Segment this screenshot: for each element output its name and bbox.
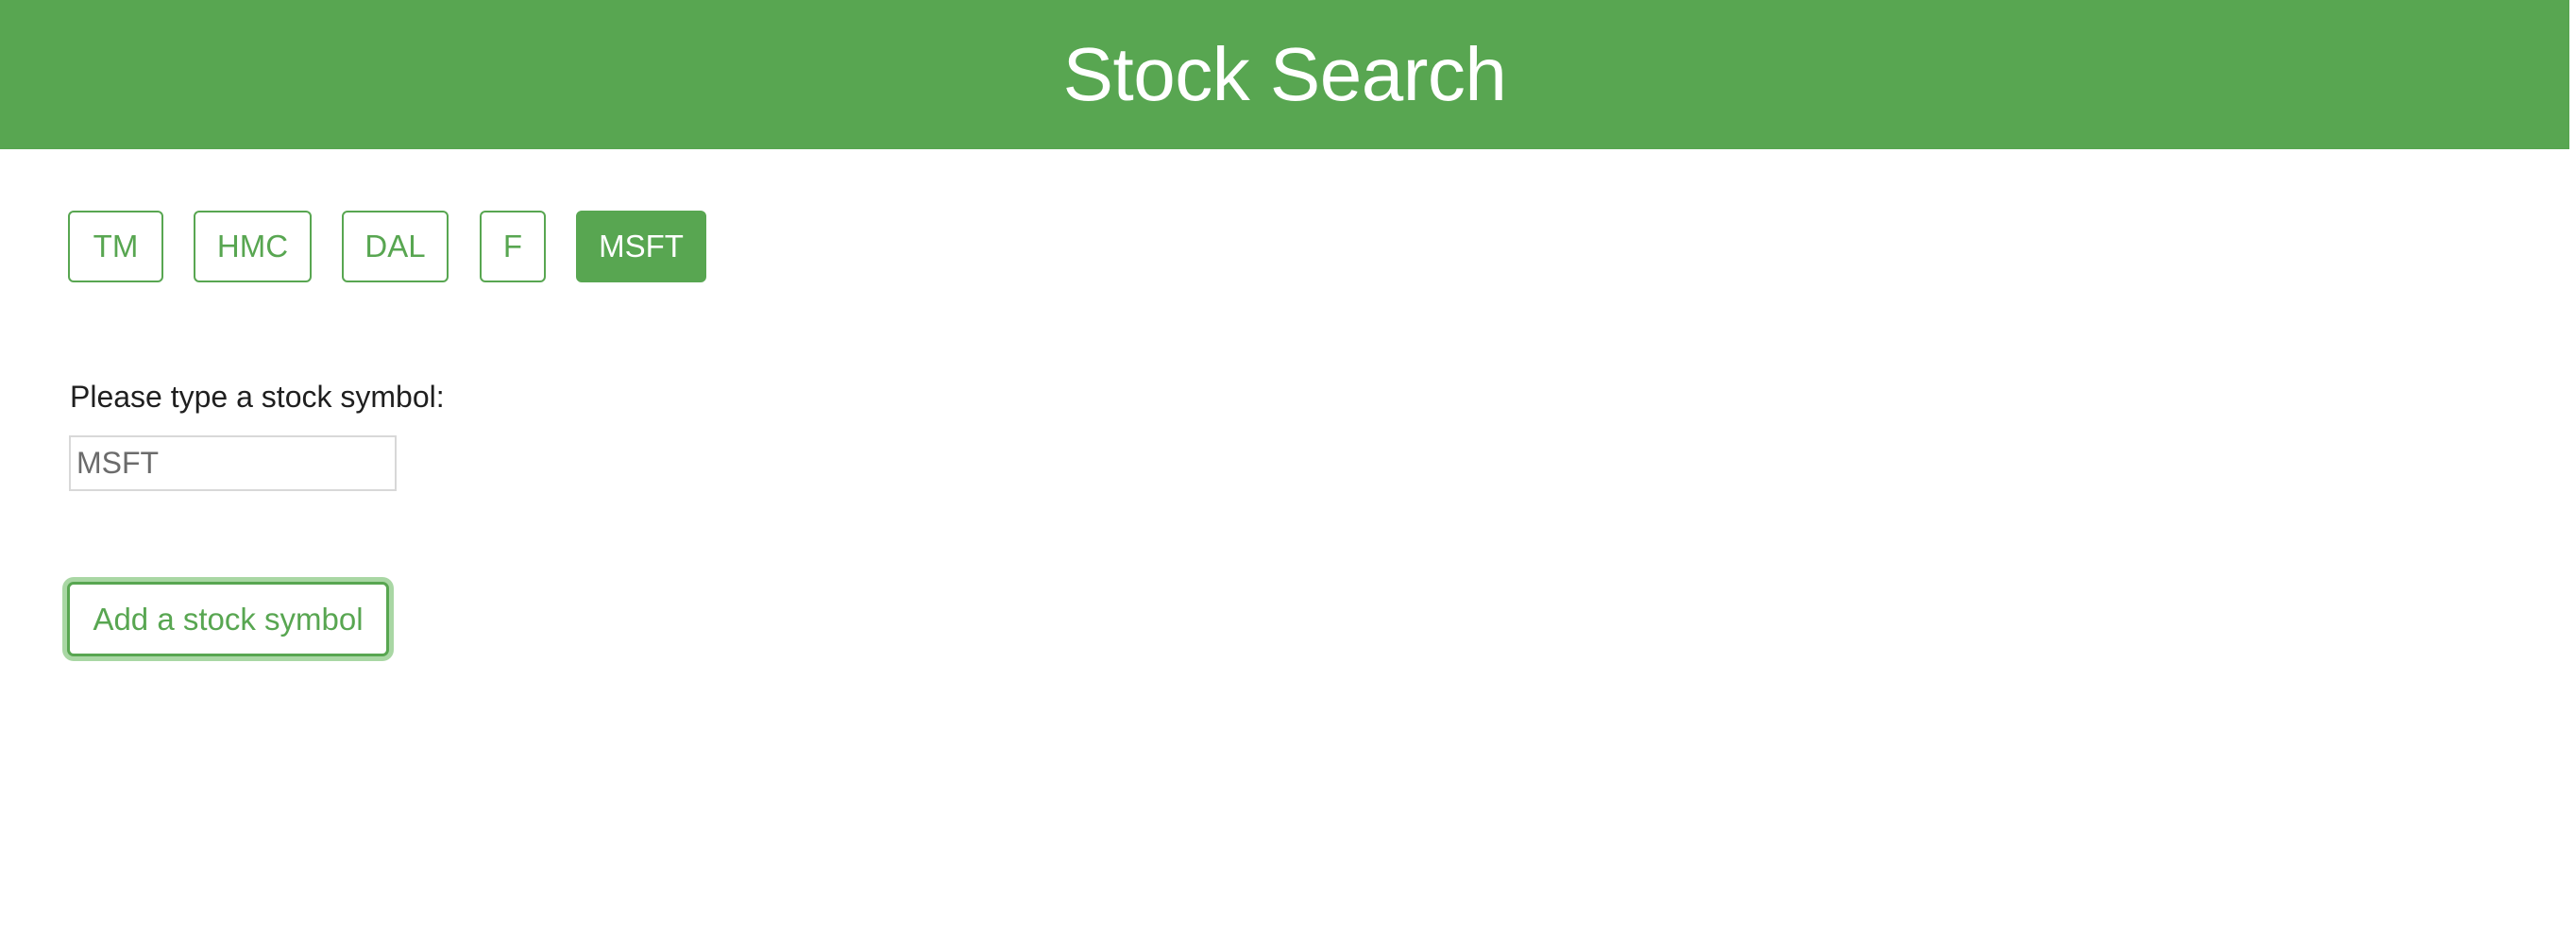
add-stock-symbol-button[interactable]: Add a stock symbol xyxy=(67,582,389,656)
symbol-button-tm[interactable]: TM xyxy=(68,211,163,282)
page-title: Stock Search xyxy=(1062,32,1507,116)
symbol-prompt-label: Please type a stock symbol: xyxy=(70,380,445,414)
stock-symbol-input[interactable] xyxy=(69,435,397,491)
symbol-button-msft[interactable]: MSFT xyxy=(576,211,706,282)
symbol-button-dal[interactable]: DAL xyxy=(342,211,449,282)
symbol-button-f[interactable]: F xyxy=(480,211,546,282)
symbol-button-hmc[interactable]: HMC xyxy=(194,211,312,282)
page-header: Stock Search xyxy=(0,0,2569,149)
